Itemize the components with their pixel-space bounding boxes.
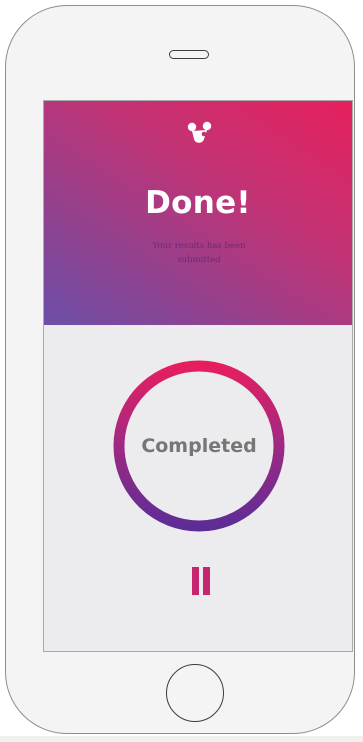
phone-speaker (169, 50, 209, 59)
phone-frame: Done! Your results has been submitted Co… (5, 5, 355, 734)
submission-message: Your results has been submitted (152, 241, 246, 265)
page-title: Done! (145, 185, 251, 221)
bottom-divider (0, 736, 363, 742)
pause-icon-bar (203, 567, 210, 595)
paw-logo-icon (187, 121, 212, 143)
completion-indicator: Completed (113, 360, 285, 532)
phone-screen: Done! Your results has been submitted Co… (43, 100, 353, 652)
pause-icon (192, 567, 199, 595)
home-button[interactable] (166, 664, 224, 722)
pause-button[interactable] (189, 567, 213, 595)
page: Done! Your results has been submitted Co… (0, 0, 363, 742)
completed-label: Completed (141, 435, 257, 457)
hero-banner: Done! Your results has been submitted (44, 101, 352, 325)
